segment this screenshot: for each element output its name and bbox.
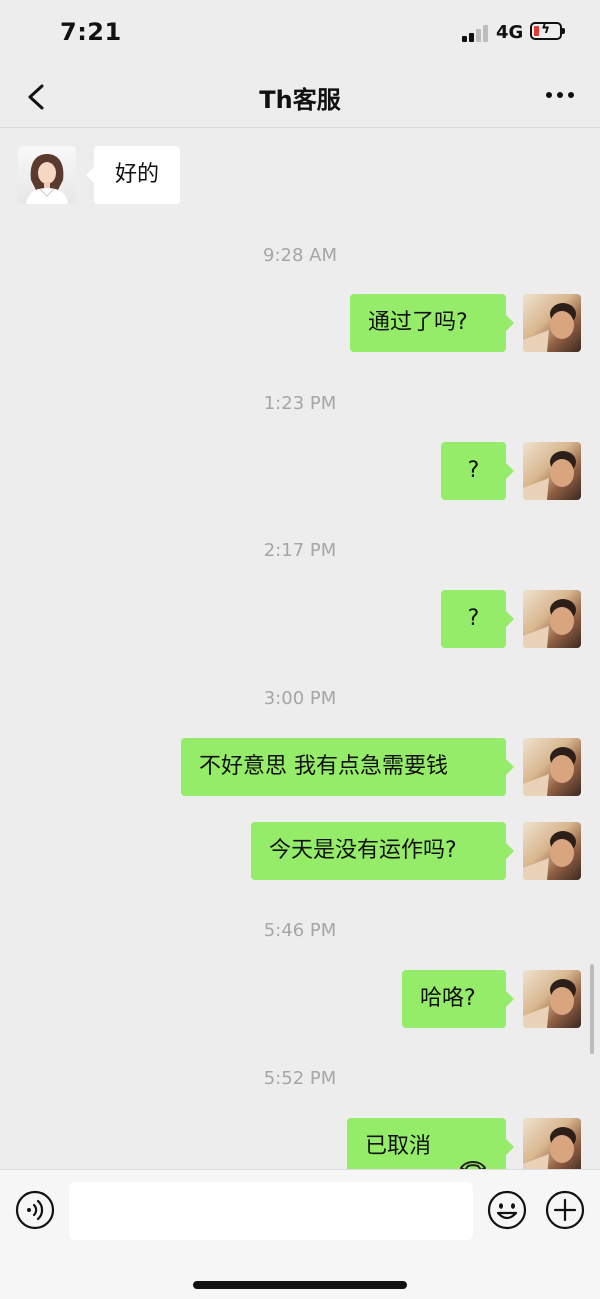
- user-avatar[interactable]: [523, 294, 581, 352]
- call-status-label: 已取消: [365, 1134, 432, 1159]
- cell-signal-icon: [462, 24, 490, 42]
- network-type: 4G: [496, 22, 524, 43]
- message-timestamp: 2:17 PM: [263, 540, 337, 561]
- sent-message[interactable]: ?: [441, 442, 514, 500]
- sent-message[interactable]: 哈咯?: [402, 970, 514, 1028]
- more-icon[interactable]: [544, 85, 576, 105]
- chat-title: Th客服: [259, 86, 341, 114]
- user-avatar[interactable]: [523, 1118, 581, 1169]
- received-message[interactable]: 好的: [86, 146, 180, 204]
- voice-input-icon[interactable]: [15, 1190, 55, 1230]
- status-bar: 7:21 4G ϟ: [0, 0, 600, 66]
- agent-avatar[interactable]: [18, 146, 76, 204]
- message-timestamp: 1:23 PM: [263, 393, 337, 414]
- user-avatar[interactable]: [523, 822, 581, 880]
- user-avatar[interactable]: [523, 738, 581, 796]
- phone-hangup-icon: [458, 1138, 488, 1169]
- scrollbar[interactable]: [590, 964, 594, 1054]
- message-timestamp: 5:52 PM: [263, 1068, 337, 1089]
- status-time: 7:21: [60, 18, 122, 46]
- home-indicator[interactable]: [193, 1281, 407, 1289]
- user-avatar[interactable]: [523, 970, 581, 1028]
- message-timestamp: 3:00 PM: [263, 688, 337, 709]
- emoji-icon[interactable]: [487, 1190, 527, 1230]
- sent-message[interactable]: 不好意思 我有点急需要钱: [181, 738, 514, 796]
- sent-message[interactable]: ?: [441, 590, 514, 648]
- message-timestamp: 5:46 PM: [263, 920, 337, 941]
- input-toolbar: [0, 1169, 600, 1299]
- sent-message[interactable]: 通过了吗?: [350, 294, 514, 352]
- battery-icon: ϟ: [530, 21, 565, 40]
- call-cancelled-message[interactable]: 已取消: [347, 1118, 514, 1169]
- message-timestamp: 9:28 AM: [263, 245, 337, 266]
- plus-circle-icon[interactable]: [545, 1190, 585, 1230]
- message-input[interactable]: [69, 1182, 473, 1240]
- user-avatar[interactable]: [523, 590, 581, 648]
- chat-header: Th客服: [0, 66, 600, 128]
- chat-messages[interactable]: 好的 9:28 AM 通过了吗? 1:23 PM ? 2:17 PM ? 3:0…: [0, 128, 600, 1169]
- sent-message[interactable]: 今天是没有运作吗?: [251, 822, 514, 880]
- user-avatar[interactable]: [523, 442, 581, 500]
